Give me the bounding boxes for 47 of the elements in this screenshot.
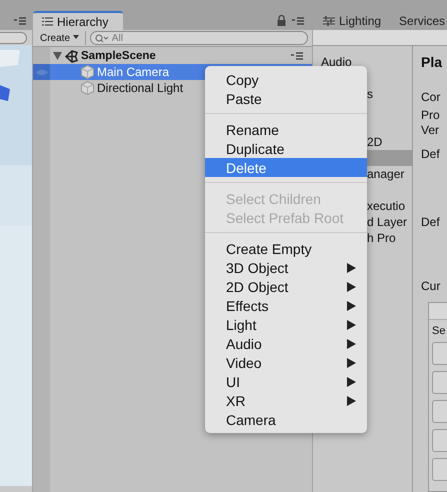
panel-tab[interactable]: Services <box>399 14 446 28</box>
settings-category[interactable]: Audio <box>313 54 412 70</box>
menu-item[interactable]: Video <box>205 353 367 372</box>
field-label: Def <box>421 215 441 229</box>
menu-item[interactable]: Create Empty <box>205 239 367 258</box>
slot-button[interactable] <box>432 342 447 365</box>
cube-icon <box>81 81 94 95</box>
slot-button[interactable] <box>432 371 447 394</box>
search-field[interactable]: All <box>90 31 308 45</box>
menu-item[interactable]: Effects <box>205 296 367 315</box>
cube-icon <box>81 65 94 79</box>
menu-item[interactable]: Paste <box>205 89 367 108</box>
scene-name: SampleScene <box>81 50 156 62</box>
expand-arrow-icon[interactable] <box>53 52 62 60</box>
menu-item[interactable]: 3D Object <box>205 258 367 277</box>
sliders-icon <box>323 16 335 26</box>
menu-item[interactable]: Rename <box>205 120 367 139</box>
settings-title: Pla <box>421 54 444 70</box>
menu-item[interactable]: Delete <box>205 158 367 177</box>
menu-item[interactable]: Audio <box>205 334 367 353</box>
menu-item[interactable]: Camera <box>205 410 367 429</box>
search-field[interactable] <box>0 32 27 44</box>
slot-button[interactable] <box>432 458 447 481</box>
menu-item[interactable]: Light <box>205 315 367 334</box>
field-label: Pro <box>421 108 441 122</box>
slot-button[interactable] <box>432 429 447 452</box>
panel-tab[interactable]: Lighting <box>323 14 382 28</box>
lock-icon[interactable] <box>277 15 286 26</box>
menu-item[interactable]: 2D Object <box>205 277 367 296</box>
field-label: Cor <box>421 90 442 104</box>
create-button[interactable]: Create <box>38 31 86 45</box>
field-label: Ver <box>421 123 440 137</box>
menu-item[interactable]: XR <box>205 391 367 410</box>
box-label: Se <box>431 324 446 339</box>
menu-icon[interactable] <box>14 16 26 24</box>
field-label: Def <box>421 147 441 161</box>
menu-item[interactable]: UI <box>205 372 367 391</box>
field-label: Cur <box>421 279 442 293</box>
menu-icon[interactable] <box>292 16 304 24</box>
list-icon <box>42 17 53 26</box>
dropdown-arrow-icon <box>72 34 79 38</box>
eye-icon[interactable] <box>36 68 48 76</box>
slot-button[interactable] <box>432 400 447 423</box>
menu-icon[interactable] <box>291 52 303 60</box>
unity-logo-icon <box>65 50 78 62</box>
hierarchy-tab[interactable]: Hierarchy <box>33 11 123 30</box>
menu-item[interactable]: Duplicate <box>205 139 367 158</box>
